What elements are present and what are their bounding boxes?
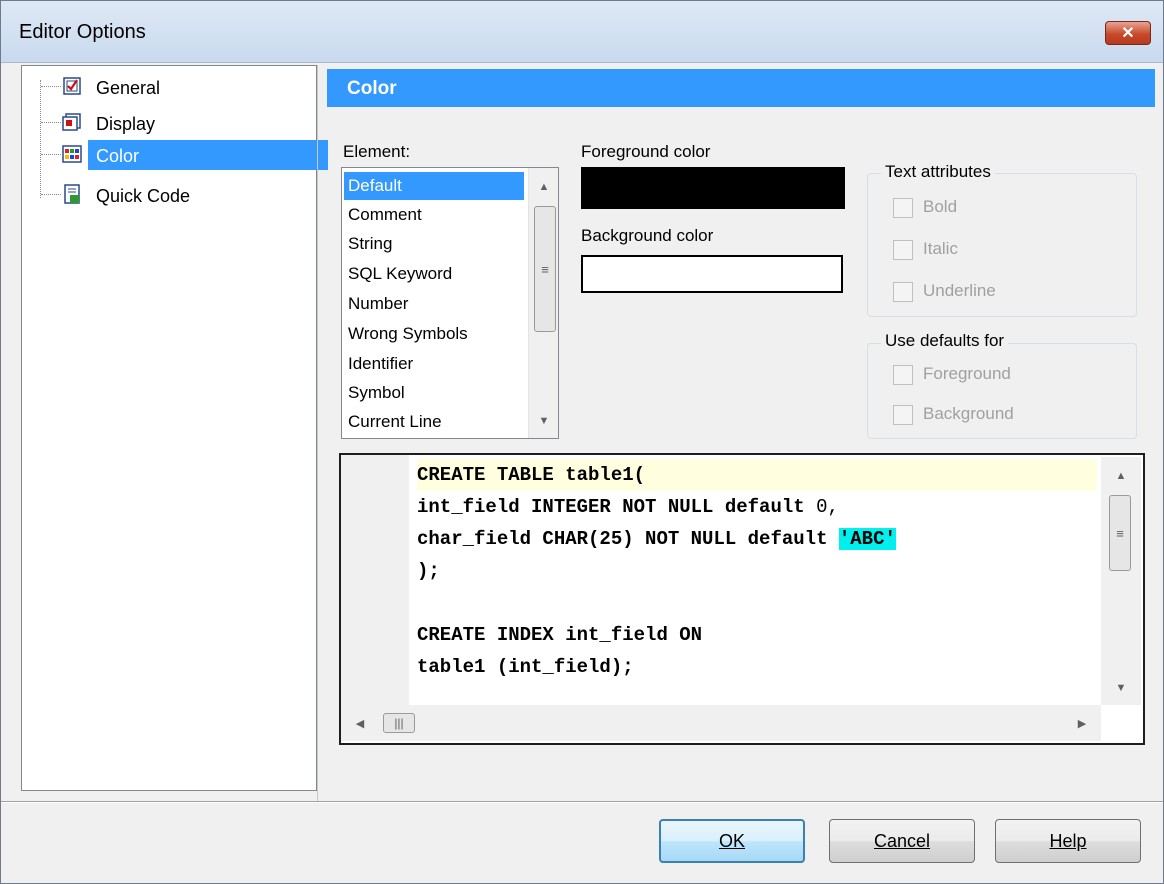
display-page-icon <box>62 113 81 131</box>
list-item[interactable]: SQL Keyword <box>344 260 524 288</box>
tree-connector <box>41 122 61 123</box>
code-text: int_field INTEGER NOT NULL default <box>417 496 817 518</box>
background-default-label: Background <box>923 404 1014 423</box>
tree-item-color[interactable]: Color <box>41 140 328 170</box>
element-listbox[interactable]: Default Comment String SQL Keyword Numbe… <box>341 167 559 439</box>
tree-label-quick-code: Quick Code <box>96 186 191 206</box>
editor-gutter <box>341 455 409 705</box>
help-label: Help <box>1049 830 1087 851</box>
list-item[interactable]: Symbol <box>344 379 524 407</box>
italic-label: Italic <box>923 239 958 258</box>
code-text: , <box>827 496 839 518</box>
tree-label-color: Color <box>96 146 140 166</box>
color-grid-icon <box>62 145 82 163</box>
code-number: 0 <box>816 496 828 518</box>
close-icon: ✕ <box>1121 25 1135 42</box>
cancel-label: Cancel <box>873 830 931 851</box>
tree-connector-line <box>40 80 41 198</box>
tree-label-display: Display <box>96 114 156 134</box>
ok-label: OK <box>718 830 745 851</box>
background-color-swatch[interactable] <box>581 255 843 293</box>
quick-code-icon <box>64 184 80 204</box>
options-tree: General Display Color Quick Code <box>21 65 328 791</box>
code-line: ); <box>417 560 440 582</box>
bold-checkbox[interactable]: Bold <box>893 196 1043 222</box>
scroll-down-icon[interactable]: ▼ <box>529 408 559 434</box>
ok-button[interactable]: OK <box>659 819 805 863</box>
code-string: 'ABC' <box>838 528 896 550</box>
list-item[interactable]: Identifier <box>344 350 524 378</box>
code-line: char_field CHAR(25) NOT NULL default 'AB… <box>417 523 1097 555</box>
list-item[interactable]: Comment <box>344 201 524 229</box>
scroll-left-icon[interactable]: ◀ <box>345 710 375 736</box>
list-item[interactable]: Default <box>344 172 524 200</box>
list-item[interactable]: Wrong Symbols <box>344 320 524 348</box>
background-default-checkbox[interactable]: Background <box>893 403 1093 429</box>
checkbox-box <box>893 405 913 425</box>
tree-connector <box>41 154 61 155</box>
grip-icon: ≡ <box>541 261 549 277</box>
bottom-separator <box>1 801 1163 803</box>
window-title: Editor Options <box>19 21 146 43</box>
checkbox-box <box>893 198 913 218</box>
list-item[interactable]: Number <box>344 290 524 318</box>
checkbox-page-icon <box>63 77 81 95</box>
cancel-button[interactable]: Cancel <box>829 819 975 863</box>
checkbox-box <box>893 365 913 385</box>
scroll-thumb[interactable]: ≡ <box>534 206 556 332</box>
text-attributes-title: Text attributes <box>881 162 995 182</box>
code-line: CREATE TABLE table1( <box>417 459 1097 491</box>
code-line: table1 (int_field); <box>417 656 634 678</box>
grip-icon: ||| <box>394 716 404 730</box>
grip-icon: ≡ <box>1116 525 1124 541</box>
scroll-right-icon[interactable]: ▶ <box>1067 710 1097 736</box>
scroll-up-icon[interactable]: ▲ <box>529 174 559 200</box>
use-defaults-title: Use defaults for <box>881 331 1009 351</box>
checkbox-box <box>893 282 913 302</box>
code-line: CREATE INDEX int_field ON <box>417 624 703 646</box>
tree-connector <box>41 194 61 195</box>
panel-divider <box>317 65 318 801</box>
scroll-down-icon[interactable]: ▼ <box>1106 675 1136 701</box>
title-bar: Editor Options ✕ <box>1 1 1163 63</box>
code-vertical-scrollbar[interactable]: ▲ ≡ ▼ <box>1101 457 1141 705</box>
underline-checkbox[interactable]: Underline <box>893 280 1073 306</box>
foreground-default-checkbox[interactable]: Foreground <box>893 363 1093 389</box>
foreground-default-label: Foreground <box>923 364 1011 383</box>
foreground-color-swatch[interactable] <box>581 167 845 209</box>
close-button[interactable]: ✕ <box>1105 21 1151 45</box>
code-preview-editor[interactable]: CREATE TABLE table1( int_field INTEGER N… <box>339 453 1145 745</box>
element-label: Element: <box>343 142 411 161</box>
tree-item-general[interactable]: General <box>41 72 318 102</box>
background-color-label: Background color <box>581 226 714 245</box>
tree-label-general: General <box>96 78 161 98</box>
underline-label: Underline <box>923 281 996 300</box>
tree-item-display[interactable]: Display <box>41 108 318 138</box>
scroll-thumb[interactable]: ≡ <box>1109 495 1131 571</box>
section-header: Color <box>327 69 1155 107</box>
list-item[interactable]: String <box>344 230 524 258</box>
help-button[interactable]: Help <box>995 819 1141 863</box>
code-text: char_field CHAR(25) NOT NULL default <box>417 528 839 550</box>
tree-item-quick-code[interactable]: Quick Code <box>41 180 318 210</box>
tree-connector <box>41 86 61 87</box>
foreground-color-label: Foreground color <box>581 142 711 161</box>
editor-options-window: Editor Options ✕ General Display Color Q… <box>0 0 1164 884</box>
scroll-up-icon[interactable]: ▲ <box>1106 463 1136 489</box>
italic-checkbox[interactable]: Italic <box>893 238 1043 264</box>
scroll-thumb[interactable]: ||| <box>383 713 415 733</box>
code-line: int_field INTEGER NOT NULL default 0, <box>417 491 1097 523</box>
bold-label: Bold <box>923 197 958 216</box>
code-horizontal-scrollbar[interactable]: ◀ ||| ▶ <box>341 705 1101 741</box>
list-item[interactable]: Current Line <box>344 408 524 436</box>
element-list-scrollbar[interactable]: ▲ ≡ ▼ <box>528 168 558 438</box>
checkbox-box <box>893 240 913 260</box>
